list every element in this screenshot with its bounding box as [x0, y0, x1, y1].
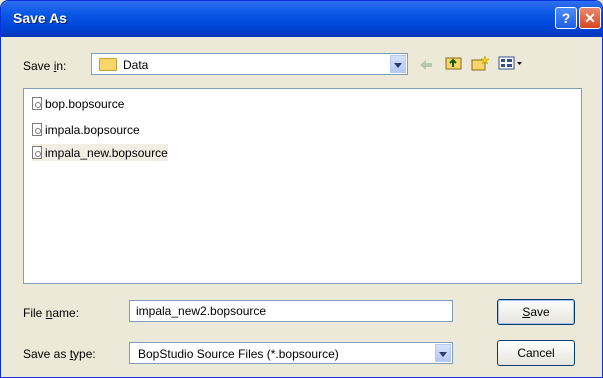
dialog-title: Save As [13, 10, 67, 26]
file-item-impala-new[interactable]: impala_new.bopsource [32, 144, 168, 161]
save-in-label: Save in: [23, 59, 67, 73]
cancel-button[interactable]: Cancel [497, 340, 575, 366]
chevron-down-icon[interactable] [390, 55, 406, 73]
save-type-value: BopStudio Source Files (*.bopsource) [138, 347, 339, 361]
new-folder-icon[interactable] [471, 55, 489, 71]
save-type-label: Save as type: [23, 347, 96, 361]
document-icon [32, 97, 42, 110]
close-button[interactable]: ✕ [579, 7, 601, 29]
back-arrow-icon[interactable] [417, 57, 435, 73]
folder-icon [99, 58, 117, 71]
save-in-value: Data [123, 58, 149, 72]
file-item-bop[interactable]: bop.bopsource [32, 95, 124, 112]
save-button[interactable]: Save [497, 299, 575, 325]
up-folder-icon[interactable] [445, 55, 463, 71]
views-menu-icon[interactable] [498, 55, 524, 71]
document-icon [32, 123, 42, 136]
save-in-dropdown[interactable]: Data [91, 53, 408, 75]
save-as-dialog: Save As ? ✕ Save in: Data bop.bopsource [0, 0, 603, 378]
file-list[interactable]: bop.bopsource impala.bopsource impala_ne… [23, 88, 582, 284]
file-name-input[interactable] [136, 304, 436, 318]
save-type-dropdown[interactable]: BopStudio Source Files (*.bopsource) [129, 342, 453, 364]
file-name-label: File name: [23, 306, 80, 320]
title-bar[interactable]: Save As ? ✕ [1, 1, 602, 37]
document-icon [32, 146, 42, 159]
file-name-field[interactable] [129, 300, 453, 322]
file-item-impala[interactable]: impala.bopsource [32, 121, 140, 138]
help-button[interactable]: ? [555, 7, 577, 29]
chevron-down-icon[interactable] [435, 344, 451, 362]
